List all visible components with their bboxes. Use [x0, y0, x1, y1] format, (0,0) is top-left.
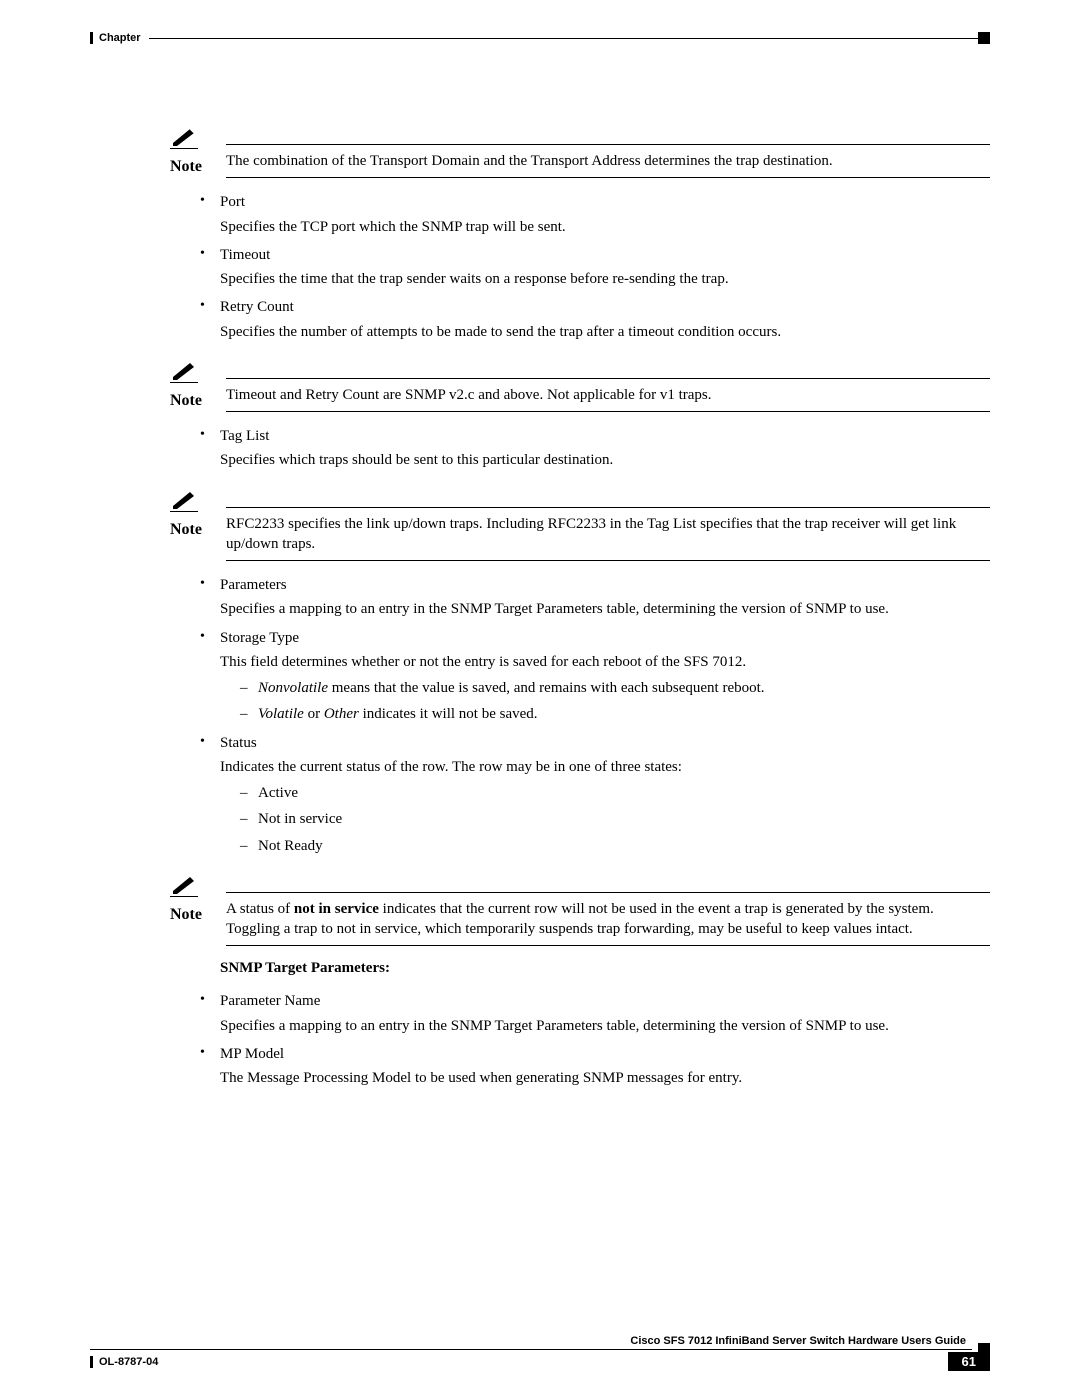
sub-list: Active Not in service Not Ready — [220, 783, 990, 856]
note-label: Note — [170, 158, 202, 175]
sub-item: Not Ready — [240, 836, 990, 856]
note-block: Note A status of not in service indicate… — [170, 874, 990, 947]
section-heading: SNMP Target Parameters: — [220, 960, 990, 977]
footer-top-row: Cisco SFS 7012 InfiniBand Server Switch … — [90, 1335, 990, 1350]
sub-item: Not in service — [240, 809, 990, 829]
note-block: Note The combination of the Transport Do… — [170, 126, 990, 178]
item-title: Retry Count — [220, 299, 294, 315]
item-desc: Specifies a mapping to an entry in the S… — [220, 1016, 990, 1036]
note-block: Note Timeout and Retry Count are SNMP v2… — [170, 360, 990, 412]
page-number-badge: 61 — [948, 1352, 990, 1371]
footer-bottom-row: OL-8787-04 61 — [90, 1352, 990, 1371]
sub-item: Volatile or Other indicates it will not … — [240, 704, 990, 724]
content-area: Note The combination of the Transport Do… — [170, 126, 990, 1088]
item-title: Status — [220, 735, 257, 751]
note-body: RFC2233 specifies the link up/down traps… — [226, 507, 990, 562]
list-item: MP Model The Message Processing Model to… — [200, 1044, 990, 1089]
item-title: MP Model — [220, 1046, 284, 1062]
header-square-icon — [978, 32, 990, 44]
list-item: Retry Count Specifies the number of atte… — [200, 297, 990, 342]
footer-square-icon — [978, 1343, 990, 1355]
item-desc: Specifies the number of attempts to be m… — [220, 322, 990, 342]
note-body: The combination of the Transport Domain … — [226, 144, 990, 178]
page: Chapter Note The combination of the Tran… — [0, 0, 1080, 1397]
pencil-icon — [170, 874, 198, 897]
note-body: A status of not in service indicates tha… — [226, 892, 990, 947]
item-title: Tag List — [220, 428, 269, 444]
item-desc: Specifies the time that the trap sender … — [220, 269, 990, 289]
item-desc: Specifies which traps should be sent to … — [220, 450, 990, 470]
text: means that the value is saved, and remai… — [328, 680, 765, 696]
page-header: Chapter — [90, 30, 990, 46]
em: Volatile — [258, 706, 304, 722]
item-desc: Specifies a mapping to an entry in the S… — [220, 599, 990, 619]
footer-doc-number: OL-8787-04 — [90, 1356, 158, 1368]
note-label: Note — [170, 906, 202, 923]
item-title: Parameters — [220, 577, 287, 593]
note-icon-column: Note — [170, 360, 226, 412]
list-item: Port Specifies the TCP port which the SN… — [200, 192, 990, 237]
sub-item: Nonvolatile means that the value is save… — [240, 678, 990, 698]
doc-number-text: OL-8787-04 — [99, 1356, 158, 1368]
bullet-list: Port Specifies the TCP port which the SN… — [170, 192, 990, 342]
header-chapter-label: Chapter — [99, 32, 141, 44]
list-item: Storage Type This field determines wheth… — [200, 628, 990, 725]
bullet-list: Tag List Specifies which traps should be… — [170, 426, 990, 471]
header-tick-icon — [90, 32, 93, 44]
sub-item: Active — [240, 783, 990, 803]
list-item: Tag List Specifies which traps should be… — [200, 426, 990, 471]
note-label: Note — [170, 392, 202, 409]
pencil-icon — [170, 489, 198, 512]
header-rule — [149, 38, 978, 39]
footer-guide-title: Cisco SFS 7012 InfiniBand Server Switch … — [90, 1335, 972, 1350]
item-desc: This field determines whether or not the… — [220, 652, 990, 672]
sub-list: Nonvolatile means that the value is save… — [220, 678, 990, 725]
list-item: Parameter Name Specifies a mapping to an… — [200, 991, 990, 1036]
list-item: Parameters Specifies a mapping to an ent… — [200, 575, 990, 620]
item-desc: Specifies the TCP port which the SNMP tr… — [220, 217, 990, 237]
item-title: Storage Type — [220, 630, 299, 646]
footer-tick-icon — [90, 1356, 93, 1368]
pencil-icon — [170, 126, 198, 149]
note-text: Timeout and Retry Count are SNMP v2.c an… — [226, 387, 711, 403]
item-title: Timeout — [220, 247, 270, 263]
note-text: RFC2233 specifies the link up/down traps… — [226, 516, 956, 552]
text: indicates it will not be saved. — [359, 706, 538, 722]
bullet-list: Parameters Specifies a mapping to an ent… — [170, 575, 990, 856]
note-icon-column: Note — [170, 874, 226, 947]
note-text-bold: not in service — [294, 901, 379, 917]
item-desc: Indicates the current status of the row.… — [220, 757, 990, 777]
item-desc: The Message Processing Model to be used … — [220, 1068, 990, 1088]
item-title: Port — [220, 194, 245, 210]
pencil-icon — [170, 360, 198, 383]
note-text-pre: A status of — [226, 901, 294, 917]
list-item: Status Indicates the current status of t… — [200, 733, 990, 856]
note-icon-column: Note — [170, 126, 226, 178]
page-footer: Cisco SFS 7012 InfiniBand Server Switch … — [90, 1335, 990, 1371]
note-block: Note RFC2233 specifies the link up/down … — [170, 489, 990, 562]
em: Nonvolatile — [258, 680, 328, 696]
text: or — [304, 706, 324, 722]
note-text: The combination of the Transport Domain … — [226, 153, 833, 169]
note-body: Timeout and Retry Count are SNMP v2.c an… — [226, 378, 990, 412]
item-title: Parameter Name — [220, 993, 320, 1009]
list-item: Timeout Specifies the time that the trap… — [200, 245, 990, 290]
note-label: Note — [170, 521, 202, 538]
bullet-list: Parameter Name Specifies a mapping to an… — [170, 991, 990, 1088]
em: Other — [324, 706, 359, 722]
note-icon-column: Note — [170, 489, 226, 562]
